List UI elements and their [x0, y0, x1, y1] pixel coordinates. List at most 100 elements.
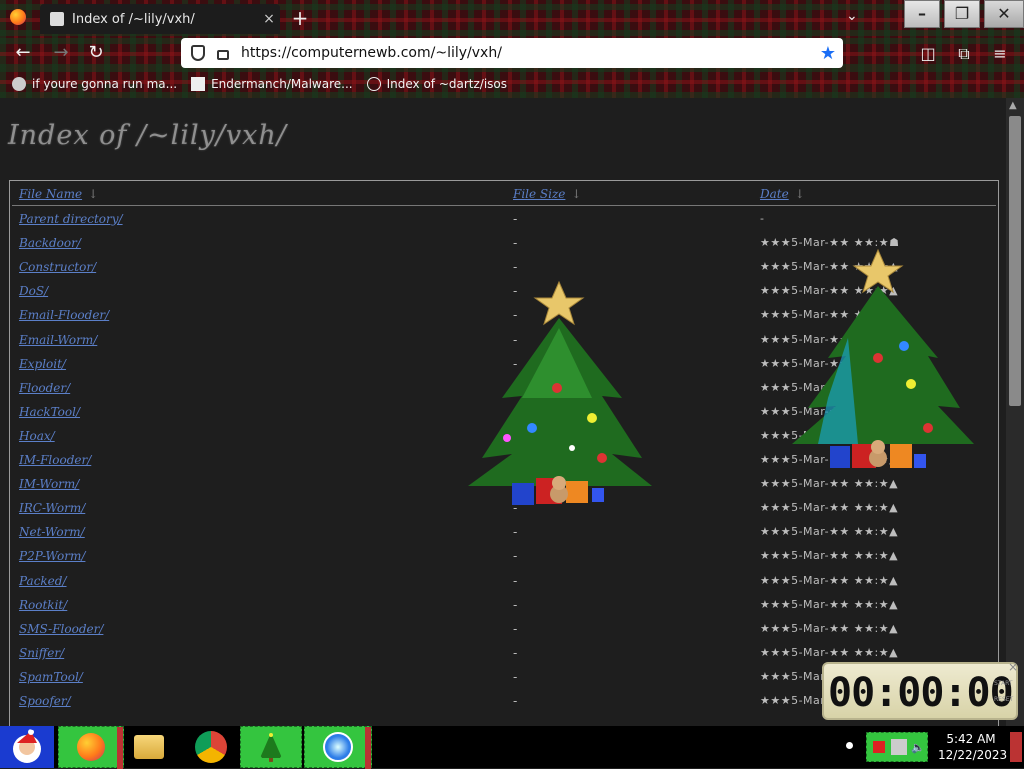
pocket-icon[interactable]: ◫ [917, 43, 939, 65]
sort-arrow-icon: ↓ [571, 187, 582, 201]
forward-arrow-icon[interactable]: → [48, 41, 74, 65]
file-link[interactable]: Sniffer/ [19, 646, 64, 660]
christmas-tree-icon [468, 280, 652, 505]
start-button[interactable] [0, 726, 54, 768]
page-favicon-icon [50, 12, 64, 26]
table-row: Net-Worm/ - ★★★5-Mar-★★ ★★:★▲ [10, 521, 998, 545]
column-header-name[interactable]: File Name ↓ [19, 187, 98, 201]
table-row: SMS-Flooder/ - ★★★5-Mar-★★ ★★:★▲ [10, 618, 998, 642]
file-link[interactable]: HackTool/ [19, 405, 80, 419]
url-text[interactable]: https://computernewb.com/~lily/vxh/ [241, 45, 813, 61]
file-link[interactable]: Parent directory/ [19, 212, 123, 226]
taskbar-chrome[interactable] [192, 726, 230, 768]
file-link[interactable]: IM-Worm/ [19, 477, 79, 491]
file-link[interactable]: Constructor/ [19, 260, 96, 274]
volume-icon[interactable]: 🔈 [911, 741, 925, 754]
column-header-date[interactable]: Date ↓ [760, 187, 805, 201]
file-link[interactable]: Rootkit/ [19, 598, 67, 612]
hamburger-menu-icon[interactable]: ≡ [989, 43, 1011, 65]
firefox-icon [77, 733, 105, 761]
bookmark-item[interactable]: Endermanch/Malware... [191, 77, 353, 91]
firefox-menu-icon[interactable] [10, 9, 26, 25]
file-link[interactable]: DoS/ [19, 284, 48, 298]
file-link[interactable]: Net-Worm/ [19, 525, 85, 539]
file-size: - [513, 669, 518, 684]
bookmark-item[interactable]: if youre gonna run ma... [12, 77, 177, 91]
tray-notification-dot[interactable] [846, 742, 853, 749]
file-link[interactable]: IRC-Worm/ [19, 501, 85, 515]
restore-button[interactable]: ❐ [944, 0, 980, 28]
tab-list-chevron-icon[interactable]: ⌄ [846, 8, 858, 24]
file-link[interactable]: SpamTool/ [19, 670, 83, 684]
stopwatch-widget[interactable]: 00:00:00 × START RESET [822, 660, 1018, 720]
file-link[interactable]: Email-Flooder/ [19, 308, 109, 322]
file-size: - [513, 549, 518, 564]
bookmarks-bar: if youre gonna run ma... Endermanch/Malw… [0, 70, 1024, 98]
back-arrow-icon[interactable]: ← [10, 41, 36, 65]
christmas-tree-icon [260, 733, 282, 762]
sort-arrow-icon: ↓ [88, 187, 99, 201]
stopwatch-display: 00:00:00 [828, 670, 1014, 716]
taskbar-christmas-tree[interactable] [240, 726, 302, 768]
tab-close-icon[interactable]: × [258, 11, 280, 27]
window-close-button[interactable]: ✕ [984, 0, 1024, 28]
taskbar-firefox[interactable] [58, 726, 124, 769]
file-date: - [760, 212, 765, 225]
minimize-button[interactable]: – [904, 0, 940, 28]
network-icon[interactable] [891, 739, 907, 755]
chrome-icon [195, 731, 227, 763]
lock-icon[interactable] [217, 50, 229, 60]
file-size: - [513, 621, 518, 636]
show-desktop-button[interactable] [1010, 732, 1022, 762]
christmas-tree-icon [792, 248, 974, 468]
security-flag-icon[interactable] [873, 741, 885, 753]
file-link[interactable]: IM-Flooder/ [19, 453, 91, 467]
file-date: ★★★5-Mar-★★ ★★:★▲ [760, 501, 899, 515]
sort-arrow-icon: ↓ [794, 187, 805, 201]
shield-icon [323, 732, 353, 762]
bookmark-label: Index of ~dartz/isos [386, 77, 508, 91]
file-link[interactable]: Packed/ [19, 574, 67, 588]
file-size: - [513, 694, 518, 708]
file-link[interactable]: P2P-Worm/ [19, 549, 85, 563]
stopwatch-reset-button[interactable]: RESET [994, 696, 1013, 703]
vertical-scrollbar[interactable]: ▲ [1006, 98, 1024, 726]
table-row: Packed/ - ★★★5-Mar-★★ ★★:★▲ [10, 570, 998, 594]
extensions-icon[interactable]: ⧉ [953, 43, 975, 65]
scroll-thumb[interactable] [1009, 116, 1021, 406]
file-size: - [513, 236, 518, 251]
file-link[interactable]: Backdoor/ [19, 236, 81, 250]
bookmark-star-icon[interactable]: ★ [813, 43, 843, 64]
url-bar[interactable]: https://computernewb.com/~lily/vxh/ ★ [181, 38, 843, 68]
file-link[interactable]: SMS-Flooder/ [19, 622, 103, 636]
file-link[interactable]: Hoax/ [19, 429, 55, 443]
scroll-up-arrow-icon[interactable]: ▲ [1009, 100, 1017, 111]
system-tray[interactable]: 🔈 [866, 732, 928, 762]
reload-icon[interactable]: ↻ [83, 41, 109, 65]
new-tab-button[interactable]: + [288, 6, 312, 30]
taskbar-file-explorer[interactable] [130, 726, 168, 768]
file-date: ★★★5-Mar-★★ ★★:★▲ [760, 573, 899, 587]
tray-clock[interactable]: 5:42 AM 12/22/2023 [938, 731, 1007, 763]
page-content: Index of /~lily/vxh/ File Name ↓ File Siz… [0, 98, 1006, 726]
file-link[interactable]: Flooder/ [19, 381, 70, 395]
file-link[interactable]: Spoofer/ [19, 694, 71, 708]
stopwatch-start-button[interactable]: START [994, 680, 1013, 687]
file-link[interactable]: Exploit/ [19, 357, 66, 371]
table-row: Rootkit/ - ★★★5-Mar-★★ ★★:★▲ [10, 594, 998, 618]
header-divider [12, 205, 996, 206]
file-date: ★★★5-Mar-★★ ★★:★▲ [760, 549, 899, 563]
app-icon [12, 77, 26, 91]
stopwatch-close-icon[interactable]: × [1008, 660, 1018, 674]
column-header-size[interactable]: File Size ↓ [513, 187, 581, 201]
file-size: - [513, 525, 518, 540]
taskbar-shield-app[interactable] [304, 726, 372, 769]
tab-active[interactable]: Index of /~lily/vxh/ × [40, 4, 280, 34]
file-date: ★★★5-Mar-★★ ★★:★▲ [760, 525, 899, 539]
file-link[interactable]: Email-Worm/ [19, 333, 97, 347]
folder-icon [134, 735, 164, 759]
bookmark-item[interactable]: Index of ~dartz/isos [366, 77, 508, 91]
table-row: P2P-Worm/ - ★★★5-Mar-★★ ★★:★▲ [10, 545, 998, 569]
file-size: - [513, 212, 518, 226]
shield-icon[interactable] [191, 45, 205, 61]
